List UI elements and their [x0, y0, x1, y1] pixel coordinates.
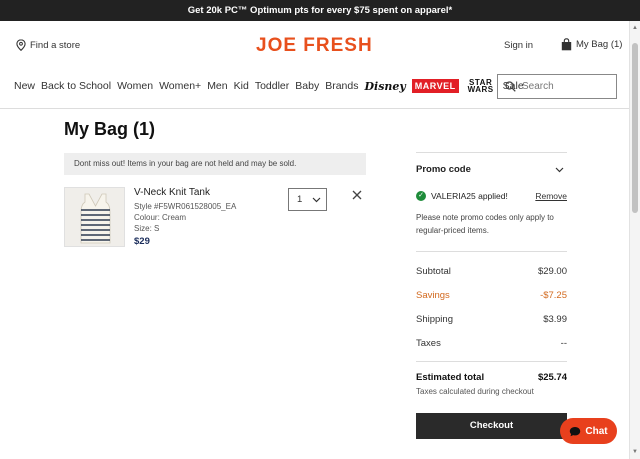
checkout-button[interactable]: Checkout: [416, 413, 567, 439]
chat-button[interactable]: Chat: [560, 418, 617, 444]
taxes-row: Taxes --: [416, 338, 567, 349]
savings-row: Savings -$7.25: [416, 290, 567, 301]
nav-item-men[interactable]: Men: [207, 80, 227, 92]
nav-item-star-wars[interactable]: STAR WARS: [465, 79, 497, 94]
tank-top-image: [65, 188, 124, 246]
sign-in-link[interactable]: Sign in: [504, 40, 533, 51]
nav-item-women[interactable]: Women: [117, 80, 153, 92]
product-name[interactable]: V-Neck Knit Tank: [134, 187, 210, 198]
product-size: Size: S: [134, 224, 160, 233]
shopping-bag-icon: [561, 38, 572, 51]
savings-value: -$7.25: [540, 290, 567, 301]
nav-item-marvel[interactable]: MARVEL: [411, 79, 459, 93]
header-divider: [0, 108, 629, 109]
search-placeholder: Search: [522, 81, 554, 92]
chat-label: Chat: [585, 425, 608, 437]
quantity-select[interactable]: 1: [288, 188, 327, 211]
taxes-label: Taxes: [416, 338, 441, 349]
sidebar-divider: [416, 251, 567, 252]
taxes-value: --: [560, 338, 567, 349]
promo-code-heading: Promo code: [416, 164, 471, 175]
nav-item-disney[interactable]: Disney: [364, 80, 405, 93]
promo-note: Please note promo codes only apply to re…: [416, 213, 554, 235]
nav-item-women-plus[interactable]: Women+: [159, 80, 201, 92]
promo-applied-text: VALERIA25 applied!: [431, 191, 508, 201]
joe-fresh-logo[interactable]: JOE FRESH: [256, 35, 373, 57]
quantity-value: 1: [297, 194, 303, 205]
chevron-down-icon: [555, 167, 564, 173]
sidebar-divider: [416, 361, 567, 362]
find-store-link[interactable]: Find a store: [16, 39, 80, 51]
savings-label: Savings: [416, 290, 450, 301]
nav-item-toddler[interactable]: Toddler: [255, 80, 289, 92]
my-bag-label: My Bag (1): [576, 39, 623, 50]
shipping-row: Shipping $3.99: [416, 314, 567, 325]
subtotal-row: Subtotal $29.00: [416, 266, 567, 277]
search-input[interactable]: Search: [497, 74, 617, 99]
subtotal-label: Subtotal: [416, 266, 451, 277]
product-price: $29: [134, 236, 150, 247]
estimated-total-value: $25.74: [537, 372, 567, 383]
nav-item-kid[interactable]: Kid: [234, 80, 249, 92]
nav-item-baby[interactable]: Baby: [295, 80, 319, 92]
sidebar-divider: [416, 152, 567, 153]
product-image[interactable]: [64, 187, 125, 247]
bag-notice: Dont miss out! Items in your bag are not…: [64, 153, 366, 175]
site-header: Find a store JOE FRESH Sign in My Bag (1…: [0, 21, 629, 71]
scroll-up-arrow-icon[interactable]: ▲: [632, 25, 638, 31]
estimated-total-row: Estimated total $25.74: [416, 372, 567, 383]
chevron-down-icon: [312, 197, 321, 202]
scroll-down-arrow-icon[interactable]: ▼: [632, 449, 638, 455]
product-style: Style #F5WR061528005_EA: [134, 202, 237, 211]
subtotal-value: $29.00: [537, 266, 567, 277]
estimated-total-label: Estimated total: [416, 372, 485, 383]
search-icon: [505, 81, 516, 92]
shipping-label: Shipping: [416, 314, 453, 325]
remove-item-button[interactable]: [352, 187, 362, 203]
promo-banner[interactable]: Get 20k PC™ Optimum pts for every $75 sp…: [0, 0, 640, 21]
page-title: My Bag (1): [64, 119, 156, 139]
promo-code-toggle[interactable]: Promo code: [416, 164, 567, 175]
product-colour: Colour: Cream: [134, 213, 187, 222]
my-bag-link[interactable]: My Bag (1): [561, 38, 622, 51]
checkmark-icon: ✓: [416, 191, 426, 201]
promo-applied-row: ✓ VALERIA25 applied! Remove: [416, 191, 567, 201]
chat-bubble-icon: [570, 426, 581, 436]
close-icon: [352, 190, 362, 200]
main-navigation: New Back to School Women Women+ Men Kid …: [14, 76, 530, 96]
remove-promo-link[interactable]: Remove: [535, 191, 567, 201]
scrollbar-thumb[interactable]: [632, 43, 638, 213]
tax-note: Taxes calculated during checkout: [416, 387, 534, 396]
page-scrollbar[interactable]: ▲ ▼: [629, 21, 640, 459]
nav-item-back-to-school[interactable]: Back to School: [41, 80, 111, 92]
find-store-label: Find a store: [30, 39, 81, 51]
shipping-value: $3.99: [543, 314, 567, 325]
nav-item-new[interactable]: New: [14, 80, 35, 92]
nav-item-brands[interactable]: Brands: [325, 80, 358, 92]
location-pin-icon: [16, 39, 26, 51]
